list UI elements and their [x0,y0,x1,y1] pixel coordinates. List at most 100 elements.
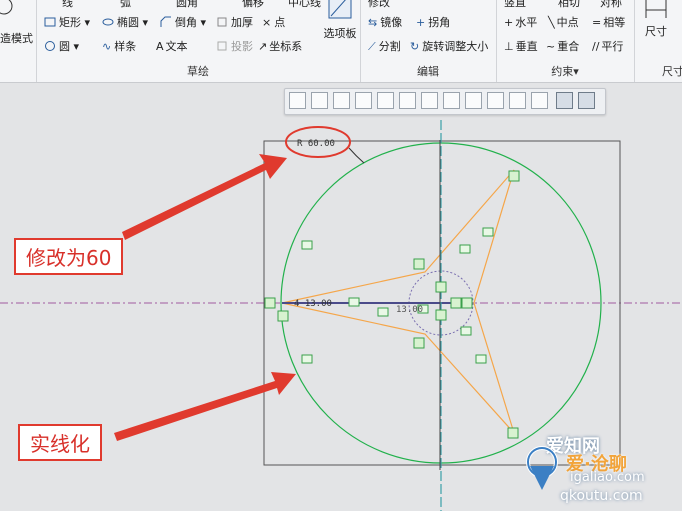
coincident-button[interactable]: ~ 重合 [546,38,579,54]
datum-display-icon[interactable] [443,92,460,109]
coordsys-label: 坐标系 [269,40,303,53]
coordsys-button[interactable]: ↗ 坐标系 [258,38,302,54]
constraint-marker [482,227,494,237]
ribbon-group-constrain: 竖直 相切 对称 + 水平 ╲ 中点 = 相等 ⊥ 垂直 ~ 重合 //平行 约束▾ [496,0,635,82]
symmetric-tool[interactable]: 对称 [600,0,622,10]
rotate-icon: ↻ [410,40,420,53]
modify-label: 修改 [368,0,390,9]
line-label: 线 [62,0,73,9]
rotate-resize-button[interactable]: ↻ 旋转调整大小 [410,38,488,54]
project-button[interactable]: 投影 [216,38,253,54]
corner-icon: + [416,16,426,29]
arc-tool[interactable]: 弧 [120,0,131,10]
length-dimension[interactable]: 4 13.00 [294,299,332,309]
repaint-icon[interactable] [355,92,372,109]
view-manager-icon[interactable] [421,92,438,109]
saved-views-icon[interactable] [399,92,416,109]
equal-button[interactable]: = 相等 [592,14,625,30]
centerline-tool[interactable]: 中心线 [288,0,321,10]
split-button[interactable]: ⟋ 分割 [368,38,401,54]
sketch-view-icon[interactable] [531,92,548,109]
text-label: 文本 [165,40,188,53]
chamfer-icon [160,16,171,27]
ribbon-group-mode: 造模式 [0,0,37,82]
chamfer-label: 倒角 [175,16,197,29]
tangent-tool[interactable]: 相切 [558,0,580,10]
radius-dimension[interactable]: R 60.00 [297,139,335,149]
refit-icon[interactable] [289,92,306,109]
rectangle-icon [44,17,56,27]
midpoint-button[interactable]: ╲ 中点 [548,14,579,30]
thicken-label: 加厚 [231,16,253,29]
circle-button[interactable]: 圆 ▾ [44,38,79,54]
watermark-logo-icon [526,446,558,490]
rotate-resize-label: 旋转调整大小 [422,40,489,53]
thicken-button[interactable]: 加厚 [216,14,253,30]
spin-center-icon[interactable] [465,92,482,109]
vertical-tool[interactable]: 竖直 [504,0,526,10]
palette-icon [328,0,352,19]
mirror-button[interactable]: ⇆ 镜像 [368,14,402,30]
mode-label: 造模式 [0,32,33,45]
modify-tool[interactable]: 修改 [368,0,390,10]
project-label: 投影 [231,40,253,53]
horizontal-button[interactable]: + 水平 [504,14,537,30]
dimension-icon [645,0,667,18]
point-display-icon[interactable] [509,92,526,109]
constrain-group-label: 约束▾ [551,65,579,78]
edit-group-label: 编辑 [417,65,439,78]
perpendicular-button[interactable]: ⊥ 垂直 [504,38,538,54]
centerline-label: 中心线 [288,0,321,9]
palette-button[interactable]: 选项板 [320,0,360,41]
coincident-icon: ~ [546,40,556,53]
callout-solid: 实线化 [18,424,102,461]
constraint-marker [459,244,471,254]
offset-tool[interactable]: 偏移 [242,0,264,10]
ellipse-button[interactable]: 椭圆 ▾ [102,14,148,30]
small-dimension[interactable]: 13.00 [396,305,423,315]
circle-icon [0,0,13,15]
fillet-tool[interactable]: 圆角 [176,0,198,10]
perpendicular-label: 垂直 [515,40,538,53]
disp-constraints-icon[interactable] [556,92,573,109]
callout-modify: 修改为60 [14,238,124,275]
rectangle-button[interactable]: 矩形 ▾ [44,14,90,30]
constraint-marker [475,354,487,364]
constraint-marker [301,240,313,250]
ribbon-group-dimension: 尺寸 尺寸 [634,0,682,82]
spline-icon: ∿ [102,40,112,53]
zoom-in-icon[interactable] [311,92,328,109]
constraint-marker [461,297,473,309]
constraint-marker [435,309,447,321]
annotation-icon[interactable] [487,92,504,109]
equal-label: 相等 [603,16,626,29]
constraint-marker [507,427,519,439]
chamfer-button[interactable]: 倒角 ▾ [160,14,206,30]
point-label: 点 [274,16,286,29]
sketch-mode-button[interactable]: 造模式 [0,30,33,46]
dimension-button[interactable]: 尺寸 [642,0,670,39]
corner-label: 拐角 [428,16,451,29]
constraint-marker [435,281,447,293]
parallel-button[interactable]: //平行 [592,38,623,54]
corner-button[interactable]: + 拐角 [416,14,450,30]
coincident-label: 重合 [557,40,580,53]
spline-button[interactable]: ∿ 样条 [102,38,136,54]
zoom-out-icon[interactable] [333,92,350,109]
view-toolbar [284,88,606,115]
midpoint-label: 中点 [556,16,579,29]
thicken-icon [217,17,227,27]
offset-label: 偏移 [242,0,264,9]
text-button[interactable]: A 文本 [156,38,188,54]
arc-label: 弧 [120,0,131,9]
constraint-marker [301,354,313,364]
leader-line [348,147,365,164]
disp-vertices-icon[interactable] [578,92,595,109]
constraint-marker [460,326,472,336]
dimension-label: 尺寸 [645,25,667,38]
line-tool[interactable]: 线 [62,0,73,10]
perpendicular-icon: ⊥ [504,40,514,53]
display-style-icon[interactable] [377,92,394,109]
vertical-label: 竖直 [504,0,526,9]
point-button[interactable]: × 点 [262,14,285,30]
